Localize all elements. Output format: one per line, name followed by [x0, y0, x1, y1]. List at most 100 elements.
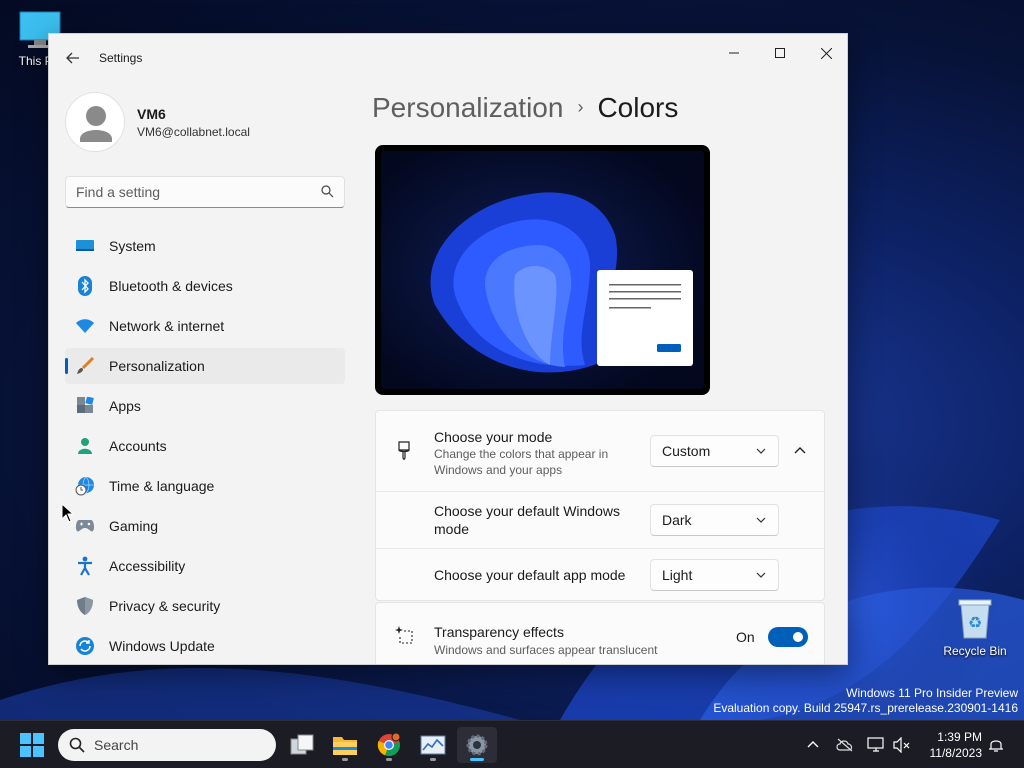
wifi-icon: [75, 316, 95, 336]
volume-muted-icon: [893, 737, 910, 753]
row-title: mode: [434, 521, 470, 537]
mouse-cursor-icon: [61, 503, 75, 523]
apps-icon: [75, 396, 95, 416]
taskbar-file-explorer[interactable]: [325, 727, 365, 763]
row-description: Change the colors that appear in: [434, 447, 609, 461]
search-input[interactable]: [66, 177, 306, 207]
clock-date: 11/8/2023: [929, 746, 983, 760]
sidebar-item-apps[interactable]: Apps: [65, 388, 345, 424]
running-indicator: [430, 758, 436, 761]
sidebar-item-label: System: [109, 238, 156, 254]
task-view-icon: [290, 734, 314, 755]
sidebar-item-accessibility[interactable]: Accessibility: [65, 548, 345, 584]
cloud-offline-icon: [836, 738, 853, 752]
taskbar-chrome[interactable]: [369, 727, 409, 763]
mode-brush-icon: [398, 441, 410, 460]
maximize-button[interactable]: [757, 38, 803, 68]
transparency-toggle[interactable]: [768, 627, 808, 647]
sidebar-item-time-language[interactable]: Time & language: [65, 468, 345, 504]
title-bar[interactable]: Settings: [49, 34, 847, 82]
row-title: Choose your default app mode: [434, 567, 626, 583]
windows-mode-row: Choose your default Windows mode Dark: [376, 491, 824, 548]
row-description: Windows and your apps: [434, 463, 563, 477]
sidebar-item-gaming[interactable]: Gaming: [65, 508, 345, 544]
taskbar-settings[interactable]: [457, 727, 497, 763]
network-tray[interactable]: [866, 735, 886, 755]
sidebar-item-label: Windows Update: [109, 638, 215, 654]
gamepad-icon: [75, 516, 95, 536]
desktop-icon-label: Recycle Bin: [943, 644, 1007, 658]
row-title: Choose your mode: [434, 429, 553, 445]
start-button[interactable]: [12, 729, 52, 761]
sidebar-item-label: Apps: [109, 398, 141, 414]
sidebar-item-label: Gaming: [109, 518, 159, 534]
brush-icon: [75, 356, 95, 376]
desktop-icon-recycle-bin[interactable]: ♻ Recycle Bin: [935, 596, 1015, 658]
chrome-icon: [377, 733, 401, 757]
window-title: Settings: [99, 51, 143, 65]
breadcrumb-separator: ›: [577, 97, 584, 117]
chevron-down-icon: [756, 448, 766, 454]
breadcrumb: Personalization › Colors: [372, 92, 678, 124]
settings-search[interactable]: [65, 176, 345, 208]
bell-icon: [989, 740, 1003, 752]
toggle-state-label: On: [736, 629, 755, 645]
taskbar-search-placeholder: Search: [94, 737, 139, 753]
minimize-button[interactable]: [711, 38, 757, 68]
svg-text:♻: ♻: [968, 613, 982, 632]
sidebar-item-personalization[interactable]: Personalization: [65, 348, 345, 384]
sidebar-item-accounts[interactable]: Accounts: [65, 428, 345, 464]
taskbar: Search 1:39 PM 11/8/2023: [0, 720, 1024, 768]
user-avatar-icon: [80, 106, 112, 142]
taskbar-search[interactable]: Search: [58, 729, 276, 761]
accessibility-icon: [75, 556, 95, 576]
show-hidden-icons-button[interactable]: [803, 735, 823, 755]
file-explorer-icon: [333, 737, 357, 755]
app-mode-dropdown[interactable]: Light: [650, 559, 779, 591]
sidebar-item-network[interactable]: Network & internet: [65, 308, 345, 344]
taskbar-clock[interactable]: 1:39 PM 11/8/2023: [920, 729, 983, 761]
recycle-bin-icon: ♻: [958, 599, 992, 639]
taskbar-task-manager[interactable]: [413, 727, 453, 763]
sidebar-item-system[interactable]: System: [65, 228, 345, 264]
sidebar-item-label: Privacy & security: [109, 598, 221, 614]
mode-dropdown[interactable]: Custom: [650, 435, 779, 467]
transparency-card: Transparency effects Windows and surface…: [375, 602, 825, 664]
close-button[interactable]: [803, 38, 847, 68]
sidebar-item-windows-update[interactable]: Windows Update: [65, 628, 345, 664]
back-button[interactable]: [63, 48, 83, 68]
sidebar-item-privacy[interactable]: Privacy & security: [65, 588, 345, 624]
running-indicator: [386, 758, 392, 761]
volume-tray[interactable]: [892, 735, 912, 755]
sidebar-item-label: Accessibility: [109, 558, 186, 574]
breadcrumb-parent[interactable]: Personalization: [372, 92, 563, 123]
globe-clock-icon: [75, 476, 95, 496]
mode-settings-card: Choose your mode Change the colors that …: [375, 410, 825, 601]
sidebar-item-bluetooth[interactable]: Bluetooth & devices: [65, 268, 345, 304]
choose-mode-row[interactable]: Choose your mode Change the colors that …: [376, 411, 824, 491]
network-icon: [867, 737, 884, 752]
notifications-button[interactable]: [986, 735, 1006, 755]
watermark-line: Windows 11 Pro Insider Preview: [846, 686, 1018, 700]
avatar[interactable]: [65, 92, 125, 152]
search-icon: [321, 185, 334, 198]
search-icon: [69, 737, 85, 753]
shield-icon: [75, 596, 95, 616]
profile-email: VM6@collabnet.local: [137, 125, 250, 139]
theme-preview: [375, 145, 710, 395]
watermark-line: Evaluation copy. Build 25947.rs_prerelea…: [713, 701, 1018, 715]
dropdown-value: Dark: [662, 512, 692, 528]
sidebar-nav: System Bluetooth & devices Network & int…: [65, 228, 345, 664]
dropdown-value: Custom: [662, 443, 711, 459]
page-title: Colors: [597, 92, 679, 123]
accounts-icon: [75, 436, 95, 456]
chevron-up-icon: [807, 741, 819, 748]
onedrive-tray[interactable]: [835, 735, 855, 755]
windows-mode-dropdown[interactable]: Dark: [650, 504, 779, 536]
settings-window: Settings VM6 VM6@collabnet.local System: [48, 33, 848, 665]
back-arrow-icon: [66, 52, 79, 64]
collapse-button[interactable]: [786, 439, 814, 463]
taskbar-task-view[interactable]: [282, 727, 322, 763]
running-indicator: [470, 758, 484, 761]
row-title: Choose your default Windows: [434, 503, 620, 519]
